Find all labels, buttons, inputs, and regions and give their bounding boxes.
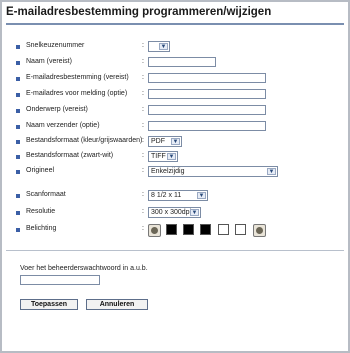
field-row-file-format-bw: Bestandsformaat (zwart-wit) : TIFF ▼ — [2, 151, 348, 165]
field-colon: : — [142, 167, 144, 174]
bullet-icon — [16, 140, 20, 144]
field-label: Origineel — [26, 167, 55, 174]
chevron-down-icon: ▼ — [190, 209, 199, 216]
field-label: E-mailadres voor melding (optie) — [26, 90, 128, 97]
field-colon: : — [142, 106, 144, 113]
bullet-icon — [16, 155, 20, 159]
email-notification-input[interactable] — [148, 89, 266, 99]
field-colon: : — [142, 90, 144, 97]
bullet-icon — [16, 170, 20, 174]
field-row-email-notification: E-mailadres voor melding (optie) : — [2, 89, 348, 103]
field-row-email-destination: E-mailadresbestemming (vereist) : — [2, 73, 348, 87]
field-colon: : — [142, 208, 144, 215]
select-value: PDF — [151, 138, 165, 145]
field-label: Naam (vereist) — [26, 58, 72, 65]
field-label: Onderwerp (vereist) — [26, 106, 88, 113]
file-format-color-select[interactable]: PDF ▼ — [148, 136, 182, 147]
bullet-icon — [16, 45, 20, 49]
field-label: Belichting — [26, 225, 57, 232]
bullet-icon — [16, 125, 20, 129]
select-value: TIFF — [151, 153, 166, 160]
dialog-frame: E-mailadresbestemming programmeren/wijzi… — [0, 0, 350, 353]
field-colon: : — [142, 58, 144, 65]
field-row-exposure: Belichting : — [2, 224, 348, 240]
field-label: Snelkeuzenummer — [26, 42, 85, 49]
select-value: Enkelzijdig — [151, 168, 185, 175]
chevron-down-icon: ▼ — [171, 138, 180, 145]
field-colon: : — [142, 42, 144, 49]
scan-size-select[interactable]: 8 1/2 x 11 ▼ — [148, 190, 208, 201]
field-label: Bestandsformaat (kleur/grijswaarden) — [26, 137, 143, 144]
bullet-icon — [16, 228, 20, 232]
title-divider — [6, 23, 344, 25]
field-colon: : — [142, 74, 144, 81]
field-row-snelkeuzenummer: Snelkeuzenummer : ▼ — [2, 41, 348, 55]
original-select[interactable]: Enkelzijdig ▼ — [148, 166, 278, 177]
exposure-darker-swatch[interactable] — [183, 224, 194, 235]
apply-button[interactable]: Toepassen — [20, 299, 78, 310]
field-colon: : — [142, 225, 144, 232]
field-row-subject: Onderwerp (vereist) : — [2, 105, 348, 119]
field-colon: : — [142, 191, 144, 198]
exposure-auto-icon[interactable] — [148, 224, 161, 237]
field-label: Bestandsformaat (zwart-wit) — [26, 152, 114, 159]
field-row-sender-name: Naam verzender (optie) : — [2, 121, 348, 135]
field-label: Naam verzender (optie) — [26, 122, 100, 129]
exposure-light-swatch[interactable] — [218, 224, 229, 235]
subject-input[interactable] — [148, 105, 266, 115]
field-label: Resolutie — [26, 208, 56, 215]
resolution-select[interactable]: 300 x 300dpi ▼ — [148, 207, 201, 218]
bullet-icon — [16, 211, 20, 215]
bullet-icon — [16, 93, 20, 97]
select-value: 8 1/2 x 11 — [151, 192, 182, 199]
file-format-bw-select[interactable]: TIFF ▼ — [148, 151, 178, 162]
bullet-icon — [16, 61, 20, 65]
sender-name-input[interactable] — [148, 121, 266, 131]
chevron-down-icon: ▼ — [159, 43, 168, 50]
field-label: E-mailadresbestemming (vereist) — [26, 74, 129, 81]
field-row-scan-size: Scanformaat : 8 1/2 x 11 ▼ — [2, 190, 348, 204]
field-colon: : — [142, 152, 144, 159]
bullet-icon — [16, 77, 20, 81]
name-input[interactable] — [148, 57, 216, 67]
field-row-resolution: Resolutie : 300 x 300dpi ▼ — [2, 207, 348, 221]
select-value: 300 x 300dpi — [151, 209, 192, 216]
password-prompt: Voer het beheerderswachtwoord in a.u.b. — [20, 265, 148, 272]
field-row-file-format-color: Bestandsformaat (kleur/grijswaarden) : P… — [2, 136, 348, 150]
admin-password-input[interactable] — [20, 275, 100, 285]
exposure-dark-swatch[interactable] — [200, 224, 211, 235]
chevron-down-icon: ▼ — [197, 192, 206, 199]
email-destination-input[interactable] — [148, 73, 266, 83]
field-row-original: Origineel : Enkelzijdig ▼ — [2, 166, 348, 180]
field-row-naam: Naam (vereist) : — [2, 57, 348, 71]
exposure-lighter-swatch[interactable] — [235, 224, 246, 235]
exposure-manual-icon[interactable] — [253, 224, 266, 237]
bullet-icon — [16, 109, 20, 113]
field-colon: : — [142, 122, 144, 129]
section-divider — [6, 250, 344, 251]
bullet-icon — [16, 194, 20, 198]
page-title: E-mailadresbestemming programmeren/wijzi… — [6, 6, 272, 18]
chevron-down-icon: ▼ — [167, 153, 176, 160]
chevron-down-icon: ▼ — [267, 168, 276, 175]
speed-dial-select[interactable]: ▼ — [148, 41, 170, 52]
cancel-button[interactable]: Annuleren — [86, 299, 148, 310]
field-label: Scanformaat — [26, 191, 66, 198]
exposure-darkest-swatch[interactable] — [166, 224, 177, 235]
field-colon: : — [142, 137, 144, 144]
